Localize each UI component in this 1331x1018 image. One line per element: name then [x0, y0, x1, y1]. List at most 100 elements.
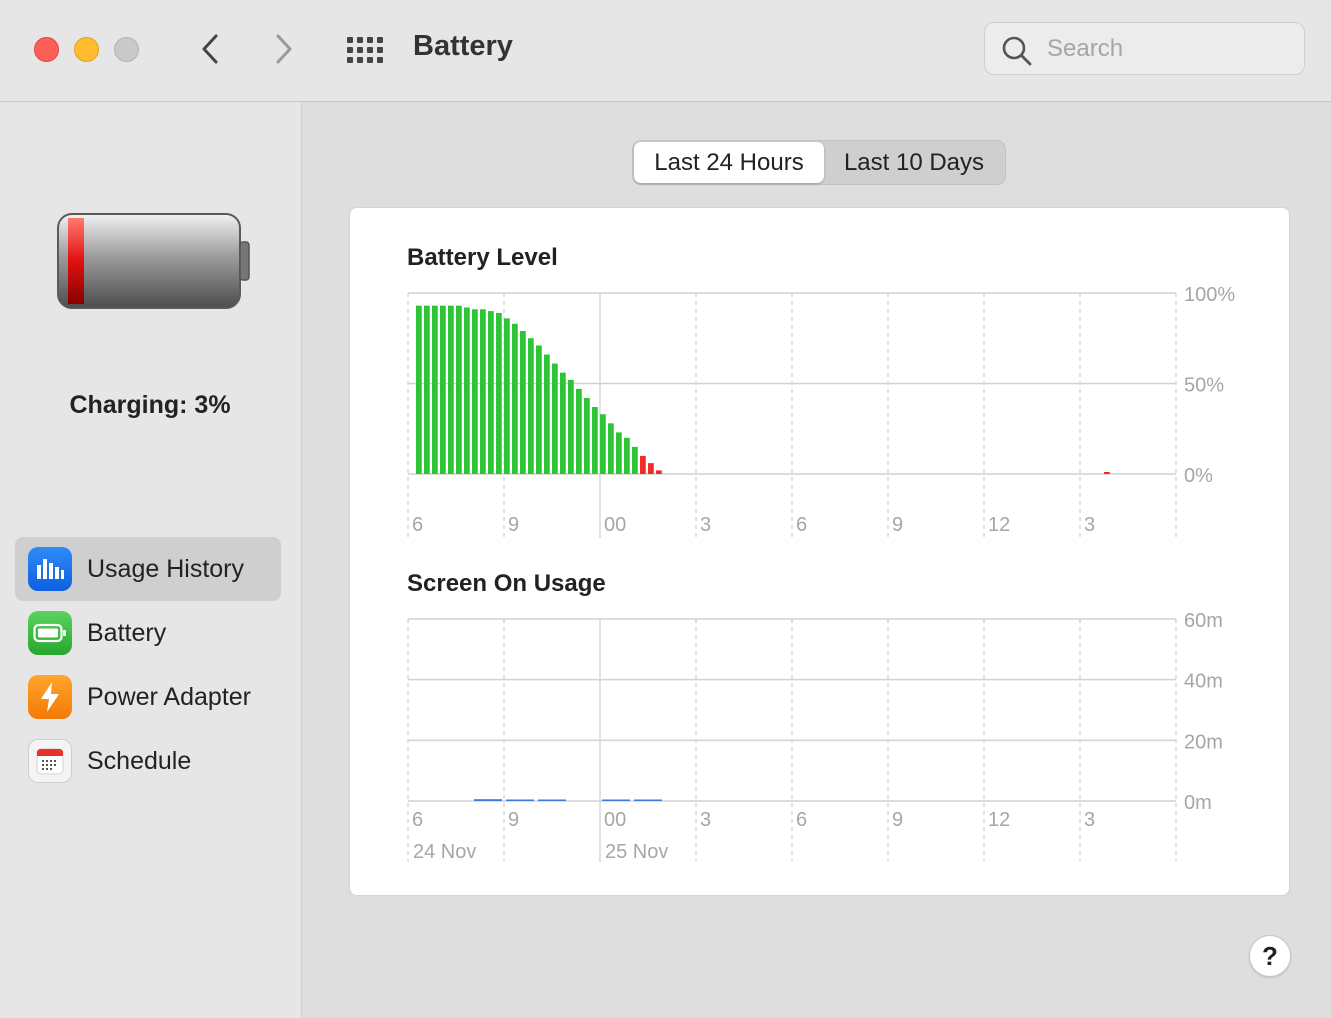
usage-history-icon [28, 547, 72, 591]
battery-level-bar [440, 305, 446, 474]
battery-level-bar [472, 309, 478, 474]
sidebar-item-label: Battery [87, 618, 167, 647]
minimize-button[interactable] [74, 37, 99, 62]
time-range-segmented-control: Last 24 Hours Last 10 Days [632, 140, 1006, 185]
battery-icon [28, 611, 72, 655]
screen-usage-bar [506, 799, 534, 801]
battery-level-bar [528, 338, 534, 474]
close-button[interactable] [34, 37, 59, 62]
x-tick-label: 12 [988, 514, 1010, 536]
screen-usage-bar [474, 799, 502, 801]
chevron-left-icon [202, 34, 218, 64]
y-tick-label: 60m [1184, 610, 1223, 632]
x-tick-label: 3 [1084, 809, 1095, 831]
help-button[interactable]: ? [1249, 935, 1291, 977]
sidebar-item-power-adapter[interactable]: Power Adapter [15, 665, 281, 729]
preferences-window: Battery Search Charging: 3% Usage Histor… [0, 0, 1331, 1018]
x-tick-label: 00 [604, 809, 626, 831]
grid-icon [347, 37, 383, 63]
show-all-button[interactable] [343, 34, 387, 66]
battery-level-bar [480, 309, 486, 474]
sidebar-item-label: Usage History [87, 554, 244, 583]
x-tick-label: 9 [892, 514, 903, 536]
search-field[interactable] [984, 22, 1305, 75]
search-input[interactable] [1045, 33, 1289, 65]
sidebar-item-label: Schedule [87, 746, 192, 775]
y-tick-label: 50% [1184, 375, 1224, 397]
battery-level-bar [544, 354, 550, 474]
battery-level-bar [496, 312, 502, 474]
screen-usage-bar [602, 799, 630, 801]
y-tick-label: 20m [1184, 731, 1223, 753]
x-tick-label: 9 [892, 809, 903, 831]
battery-level-bar [520, 331, 526, 474]
charging-status: Charging: 3% [69, 391, 231, 419]
battery-level-bar [488, 311, 494, 474]
main-pane: Last 24 Hours Last 10 Days Battery Level… [302, 102, 1331, 1018]
battery-level-bar [600, 414, 606, 474]
battery-level-bar [640, 455, 646, 474]
battery-level-bar [448, 305, 454, 474]
forward-button[interactable] [264, 28, 304, 70]
battery-level-bar [584, 397, 590, 474]
y-tick-label: 0% [1184, 465, 1213, 487]
screen-usage-bar [634, 799, 662, 801]
sidebar: Charging: 3% Usage History Battery Power… [0, 102, 302, 1018]
battery-level-bar [624, 437, 630, 474]
back-button[interactable] [190, 28, 230, 70]
chevron-right-icon [276, 34, 292, 64]
battery-level-bar [432, 305, 438, 474]
screen-usage-bar [538, 799, 566, 801]
tab-last-24-hours[interactable]: Last 24 Hours [634, 142, 824, 183]
battery-level-bar [648, 463, 654, 474]
y-tick-label: 40m [1184, 671, 1223, 693]
sidebar-item-label: Power Adapter [87, 682, 251, 711]
date-label: 25 Nov [605, 841, 668, 863]
schedule-icon [28, 739, 72, 783]
usage-chart-card: Battery Level 100% 50% 0% 6 9 00 3 6 9 12 3 Screen… [349, 207, 1290, 896]
x-tick-label: 6 [796, 809, 807, 831]
screen-on-usage-title: Screen On Usage [407, 570, 606, 597]
battery-level-chart: 100% 50% 0% 6 9 00 3 6 9 12 3 [407, 284, 1235, 538]
x-tick-label: 3 [1084, 514, 1095, 536]
battery-level-bar [512, 323, 518, 474]
battery-level-bar [504, 318, 510, 474]
x-tick-label: 9 [508, 809, 519, 831]
power-adapter-icon [28, 675, 72, 719]
sidebar-item-battery[interactable]: Battery [15, 601, 281, 665]
screen-on-usage-chart: 60m 40m 20m 0m 6 9 00 3 6 9 12 3 24 Nov 25 Nov [407, 610, 1223, 863]
x-tick-label: 00 [604, 514, 626, 536]
battery-level-bar [616, 432, 622, 474]
battery-level-bar [416, 305, 422, 474]
battery-level-bar [536, 345, 542, 474]
battery-level-bar [592, 407, 598, 474]
search-icon [1002, 36, 1032, 66]
battery-level-bar [456, 305, 462, 474]
battery-level-bar [568, 379, 574, 474]
sidebar-item-schedule[interactable]: Schedule [15, 729, 281, 793]
x-tick-label: 3 [700, 809, 711, 831]
battery-level-bar [1104, 472, 1110, 474]
x-tick-label: 6 [412, 514, 423, 536]
x-tick-label: 12 [988, 809, 1010, 831]
battery-level-bar [464, 307, 470, 474]
battery-level-bar [632, 446, 638, 474]
tab-last-10-days[interactable]: Last 10 Days [826, 142, 1002, 183]
x-tick-label: 6 [412, 809, 423, 831]
battery-status-icon [57, 213, 250, 309]
battery-level-bar [560, 372, 566, 474]
x-tick-label: 9 [508, 514, 519, 536]
y-tick-label: 100% [1184, 284, 1235, 306]
window-title: Battery [413, 30, 513, 62]
battery-level-bar [424, 305, 430, 474]
battery-level-bar [576, 388, 582, 474]
sidebar-item-usage-history[interactable]: Usage History [15, 537, 281, 601]
x-tick-label: 6 [796, 514, 807, 536]
x-tick-label: 3 [700, 514, 711, 536]
y-tick-label: 0m [1184, 792, 1212, 814]
zoom-button[interactable] [114, 37, 139, 62]
battery-level-title: Battery Level [407, 244, 558, 271]
battery-level-bar [656, 470, 662, 474]
date-label: 24 Nov [413, 841, 476, 863]
titlebar: Battery [0, 0, 1331, 102]
